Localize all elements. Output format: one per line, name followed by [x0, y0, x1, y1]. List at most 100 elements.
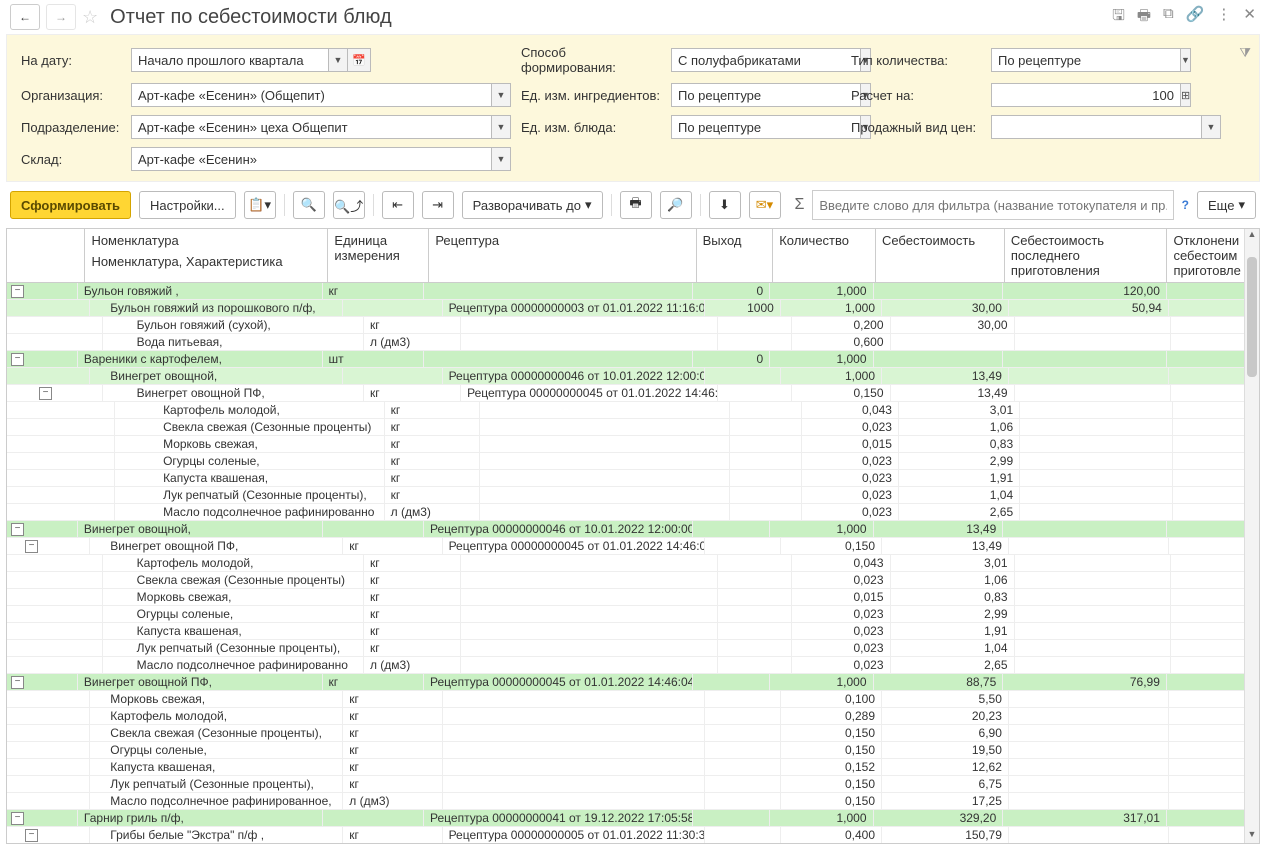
collapse-toggle[interactable]: − [11, 812, 24, 825]
chevron-down-icon[interactable]: ▼ [329, 48, 348, 72]
save-button[interactable]: ⬇ [709, 191, 741, 219]
table-row[interactable]: −Бульон говяжий ,кг01,000120,00 [7, 283, 1259, 300]
form-button[interactable]: Сформировать [10, 191, 131, 219]
scroll-thumb[interactable] [1247, 257, 1257, 377]
grid-header: НоменклатураНоменклатура, Характеристика… [7, 229, 1259, 283]
qtytype-field[interactable] [991, 48, 1181, 72]
table-row[interactable]: Свекла свежая (Сезонные проценты)кг0,023… [7, 572, 1259, 589]
chevron-down-icon[interactable]: ▼ [1202, 115, 1221, 139]
kebab-icon[interactable]: ⋮ [1216, 5, 1231, 30]
chevron-down-icon[interactable]: ▼ [1181, 48, 1191, 72]
find-button[interactable]: 🔍 [293, 191, 325, 219]
calendar-icon[interactable]: 📅 [348, 48, 371, 72]
table-row[interactable]: Капуста квашеная,кг0,0231,91 [7, 470, 1259, 487]
settings-button[interactable]: Настройки... [139, 191, 236, 219]
link-icon[interactable]: 🔗 [1186, 5, 1205, 30]
collapse-toggle[interactable]: − [11, 285, 24, 298]
print-button[interactable]: 🖶 [620, 191, 652, 219]
collapse-toggle[interactable]: − [11, 353, 24, 366]
preview-icon[interactable]: ⧉ [1163, 5, 1174, 30]
cell [1009, 725, 1169, 741]
org-field[interactable] [131, 83, 492, 107]
cell [443, 742, 706, 758]
save-icon[interactable]: 🖫 [1112, 5, 1125, 30]
table-row[interactable]: Капуста квашеная,кг0,0231,91 [7, 623, 1259, 640]
cell [730, 470, 802, 486]
collapse-toggle[interactable]: − [11, 523, 24, 536]
calculator-icon[interactable]: ⊞ [1181, 83, 1191, 107]
filter-icon[interactable]: ⧩ [1239, 45, 1251, 61]
table-row[interactable]: Морковь свежая,кг0,0150,83 [7, 436, 1259, 453]
table-row[interactable]: Вода питьевая,л (дм3)0,600 [7, 334, 1259, 351]
cell [1009, 538, 1169, 554]
collapse-toggle[interactable]: − [39, 387, 52, 400]
table-row[interactable]: Бульон говяжий (сухой),кг0,20030,00 [7, 317, 1259, 334]
date-field[interactable] [131, 48, 329, 72]
collapse-toggle[interactable]: − [25, 540, 38, 553]
cell-nom: Масло подсолнечное рафинированное, [90, 793, 343, 809]
table-row[interactable]: Огурцы соленые,кг0,15019,50 [7, 742, 1259, 759]
table-row[interactable]: −Гарнир гриль п/ф,Рецептура 00000000041 … [7, 810, 1259, 827]
close-icon[interactable]: ✕ [1243, 5, 1256, 30]
table-row[interactable]: Винегрет овощной,Рецептура 00000000046 о… [7, 368, 1259, 385]
expand-to-button[interactable]: Разворачивать до ▾ [462, 191, 603, 219]
cell-nom: Гарнир гриль п/ф, [78, 810, 323, 826]
table-row[interactable]: Картофель молодой,кг0,0433,01 [7, 555, 1259, 572]
table-row[interactable]: Огурцы соленые,кг0,0232,99 [7, 453, 1259, 470]
dishunit-field[interactable] [671, 115, 861, 139]
scroll-down-icon[interactable]: ▼ [1245, 829, 1259, 843]
print-icon[interactable]: 🖶 [1137, 5, 1151, 30]
cell-nom: Лук репчатый (Сезонные проценты), [115, 487, 385, 503]
find-next-button[interactable]: 🔍⤴ [333, 191, 365, 219]
table-row[interactable]: −Винегрет овощной ПФ,кгРецептура 0000000… [7, 385, 1259, 402]
cell: 30,00 [891, 317, 1015, 333]
table-row[interactable]: −Грибы белые "Экстра" п/ф ,кгРецептура 0… [7, 827, 1259, 843]
table-row[interactable]: Морковь свежая,кг0,0150,83 [7, 589, 1259, 606]
table-row[interactable]: −Винегрет овощной ПФ,кгРецептура 0000000… [7, 538, 1259, 555]
collapse-toggle[interactable]: − [11, 676, 24, 689]
variants-button[interactable]: 📋▾ [244, 191, 276, 219]
dept-field[interactable] [131, 115, 492, 139]
table-row[interactable]: −Винегрет овощной ПФ,кгРецептура 0000000… [7, 674, 1259, 691]
nav-back-button[interactable]: ← [10, 4, 40, 30]
email-button[interactable]: ✉▾ [749, 191, 781, 219]
vertical-scrollbar[interactable]: ▲ ▼ [1244, 229, 1259, 843]
col-rec: Рецептура [429, 229, 696, 282]
chevron-down-icon[interactable]: ▼ [492, 147, 511, 171]
collapse-button[interactable]: ⇤ [382, 191, 414, 219]
cell [718, 623, 792, 639]
table-row[interactable]: Масло подсолнечное рафинированное,л (дм3… [7, 793, 1259, 810]
table-row[interactable]: Масло подсолнечное рафинированнол (дм3)0… [7, 657, 1259, 674]
table-row[interactable]: Лук репчатый (Сезонные проценты),кг0,023… [7, 640, 1259, 657]
table-row[interactable]: Лук репчатый (Сезонные проценты),кг0,023… [7, 487, 1259, 504]
ingunit-field[interactable] [671, 83, 861, 107]
method-field[interactable] [671, 48, 861, 72]
table-row[interactable]: −Винегрет овощной,Рецептура 00000000046 … [7, 521, 1259, 538]
favorite-icon[interactable]: ☆ [82, 7, 98, 28]
chevron-down-icon[interactable]: ▼ [492, 83, 511, 107]
table-row[interactable]: Огурцы соленые,кг0,0232,99 [7, 606, 1259, 623]
scroll-up-icon[interactable]: ▲ [1245, 229, 1259, 243]
grid-body[interactable]: −Бульон говяжий ,кг01,000120,00Бульон го… [7, 283, 1259, 843]
table-row[interactable]: Свекла свежая (Сезонные проценты)кг0,023… [7, 419, 1259, 436]
preview-button[interactable]: 🔎 [660, 191, 692, 219]
table-row[interactable]: Свекла свежая (Сезонные проценты),кг0,15… [7, 725, 1259, 742]
table-row[interactable]: Лук репчатый (Сезонные проценты),кг0,150… [7, 776, 1259, 793]
more-button[interactable]: Еще ▾ [1197, 191, 1256, 219]
table-row[interactable]: Капуста квашеная,кг0,15212,62 [7, 759, 1259, 776]
table-row[interactable]: Масло подсолнечное рафинированнол (дм3)0… [7, 504, 1259, 521]
calc-field[interactable] [991, 83, 1181, 107]
nav-forward-button[interactable]: → [46, 4, 76, 30]
expand-button[interactable]: ⇥ [422, 191, 454, 219]
table-row[interactable]: Картофель молодой,кг0,28920,23 [7, 708, 1259, 725]
help-icon[interactable]: ? [1182, 198, 1189, 212]
chevron-down-icon[interactable]: ▼ [492, 115, 511, 139]
wh-field[interactable] [131, 147, 492, 171]
price-field[interactable] [991, 115, 1202, 139]
table-row[interactable]: Морковь свежая,кг0,1005,50 [7, 691, 1259, 708]
table-row[interactable]: Картофель молодой,кг0,0433,01 [7, 402, 1259, 419]
table-row[interactable]: Бульон говяжий из порошкового п/ф,Рецепт… [7, 300, 1259, 317]
table-row[interactable]: −Вареники с картофелем,шт01,000 [7, 351, 1259, 368]
filter-input[interactable] [812, 190, 1173, 220]
collapse-toggle[interactable]: − [25, 829, 38, 842]
